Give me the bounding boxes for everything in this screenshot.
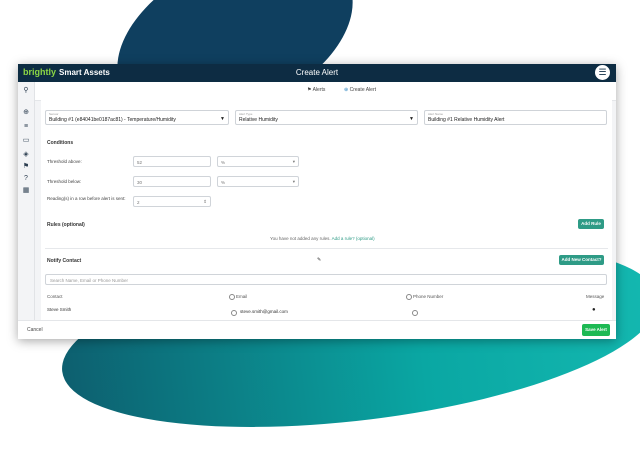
- help-icon[interactable]: ?: [21, 174, 31, 184]
- readings-label: Reading(s) in a row before alert is sent…: [47, 196, 126, 201]
- contact-email: steve.smith@gmail.com: [240, 309, 288, 314]
- threshold-below-input[interactable]: 30: [133, 176, 211, 187]
- add-new-contact-button[interactable]: Add New Contact?: [559, 255, 604, 265]
- contact-name: Steve Smith: [47, 307, 72, 312]
- rules-empty-text: You have not added any rules.: [270, 236, 331, 241]
- notify-contact-heading: Notify Contact: [47, 258, 82, 264]
- threshold-above-label: Threshold above:: [47, 159, 82, 164]
- sensor-select[interactable]: Sensor Building #1 (e84041be0187ac81) - …: [45, 110, 229, 125]
- email-column-header: Email: [236, 294, 248, 299]
- alert-type-select-label: Alert Type: [239, 112, 253, 116]
- cancel-button[interactable]: Cancel: [27, 327, 43, 333]
- threshold-below-unit-select[interactable]: % ▾: [217, 176, 299, 187]
- add-rule-link[interactable]: Add a rule? (optional): [332, 236, 375, 241]
- sensor-select-value: Building #1 (e84041be0187ac81) - Tempera…: [49, 117, 176, 123]
- alert-type-select-value: Relative Humidity: [239, 117, 278, 123]
- alerts-link[interactable]: ⚑ Alerts: [307, 87, 325, 93]
- threshold-above-unit-select[interactable]: % ▾: [217, 156, 299, 167]
- contact-search-input[interactable]: Search Name, Email or Phone Number: [45, 274, 607, 285]
- sensor-select-label: Sensor: [49, 112, 59, 116]
- readings-value: 2: [137, 199, 140, 205]
- alert-type-select[interactable]: Alert Type Relative Humidity ▼: [235, 110, 418, 125]
- alert-name-field-value: Building #1 Relative Humidity Alert: [428, 117, 505, 123]
- alerts-link-label: Alerts: [312, 87, 326, 93]
- alert-form: Sensor Building #1 (e84041be0187ac81) - …: [41, 100, 612, 320]
- save-alert-button[interactable]: Save Alert: [582, 324, 610, 336]
- top-bar: brightly Smart Assets Create Alert ☰: [18, 64, 616, 82]
- window-title: Create Alert: [295, 68, 339, 77]
- chevron-down-icon: ▼: [220, 116, 225, 122]
- pin-icon[interactable]: ⚲: [21, 86, 31, 96]
- create-alert-link[interactable]: ⊕ Create Alert: [344, 87, 376, 93]
- phone-select-all-checkbox[interactable]: [406, 294, 412, 300]
- app-window: brightly Smart Assets Create Alert ☰ ⚲ ⊕ …: [18, 64, 616, 339]
- phone-checkbox[interactable]: [412, 310, 418, 316]
- hamburger-icon[interactable]: ☰: [595, 65, 610, 80]
- dashboard-icon[interactable]: ▦: [21, 186, 31, 196]
- plus-circle-icon[interactable]: ⊕: [21, 108, 31, 118]
- list-icon[interactable]: ≡: [21, 122, 31, 132]
- sidebar: ⚲ ⊕ ≡ ▭ ◈ ⚑ ? ▦: [18, 82, 35, 339]
- message-bubble-icon[interactable]: ●: [592, 307, 596, 313]
- email-checkbox[interactable]: [231, 310, 237, 316]
- chevron-down-icon: ▾: [292, 179, 295, 184]
- edit-icon[interactable]: ✎: [317, 257, 321, 263]
- rules-heading: Rules (optional): [47, 222, 85, 228]
- filter-icon[interactable]: ⚑: [21, 162, 31, 172]
- threshold-below-label: Threshold below:: [47, 179, 82, 184]
- divider: [45, 248, 608, 249]
- threshold-above-input[interactable]: 52: [133, 156, 211, 167]
- create-alert-link-label: Create Alert: [349, 87, 376, 93]
- alert-name-field[interactable]: Alert Name Building #1 Relative Humidity…: [424, 110, 607, 125]
- contact-column-header: Contact: [47, 294, 63, 299]
- threshold-above-value: 52: [137, 159, 143, 165]
- contact-search-placeholder: Search Name, Email or Phone Number: [50, 277, 129, 283]
- message-column-header: Message: [586, 294, 605, 299]
- rules-empty-message: You have not added any rules. Add a rule…: [270, 236, 375, 241]
- threshold-above-unit: %: [221, 159, 226, 165]
- chat-icon[interactable]: ▭: [21, 136, 31, 146]
- add-rule-button[interactable]: Add Rule: [578, 219, 604, 229]
- phone-column-header: Phone Number: [413, 294, 444, 299]
- bottom-action-bar: Cancel Save Alert: [18, 320, 616, 339]
- readings-stepper[interactable]: 2 ⇕: [133, 196, 211, 207]
- chevron-down-icon: ▾: [292, 159, 295, 164]
- alert-name-field-label: Alert Name: [428, 112, 444, 116]
- tag-icon[interactable]: ◈: [21, 150, 31, 160]
- threshold-below-value: 30: [137, 179, 143, 185]
- chevron-down-icon: ▼: [409, 116, 414, 122]
- sub-navigation: ⚑ Alerts ⊕ Create Alert: [35, 82, 616, 101]
- conditions-heading: Conditions: [47, 140, 74, 146]
- threshold-below-unit: %: [221, 179, 226, 185]
- stepper-arrows-icon[interactable]: ⇕: [203, 199, 207, 205]
- email-select-all-checkbox[interactable]: [229, 294, 235, 300]
